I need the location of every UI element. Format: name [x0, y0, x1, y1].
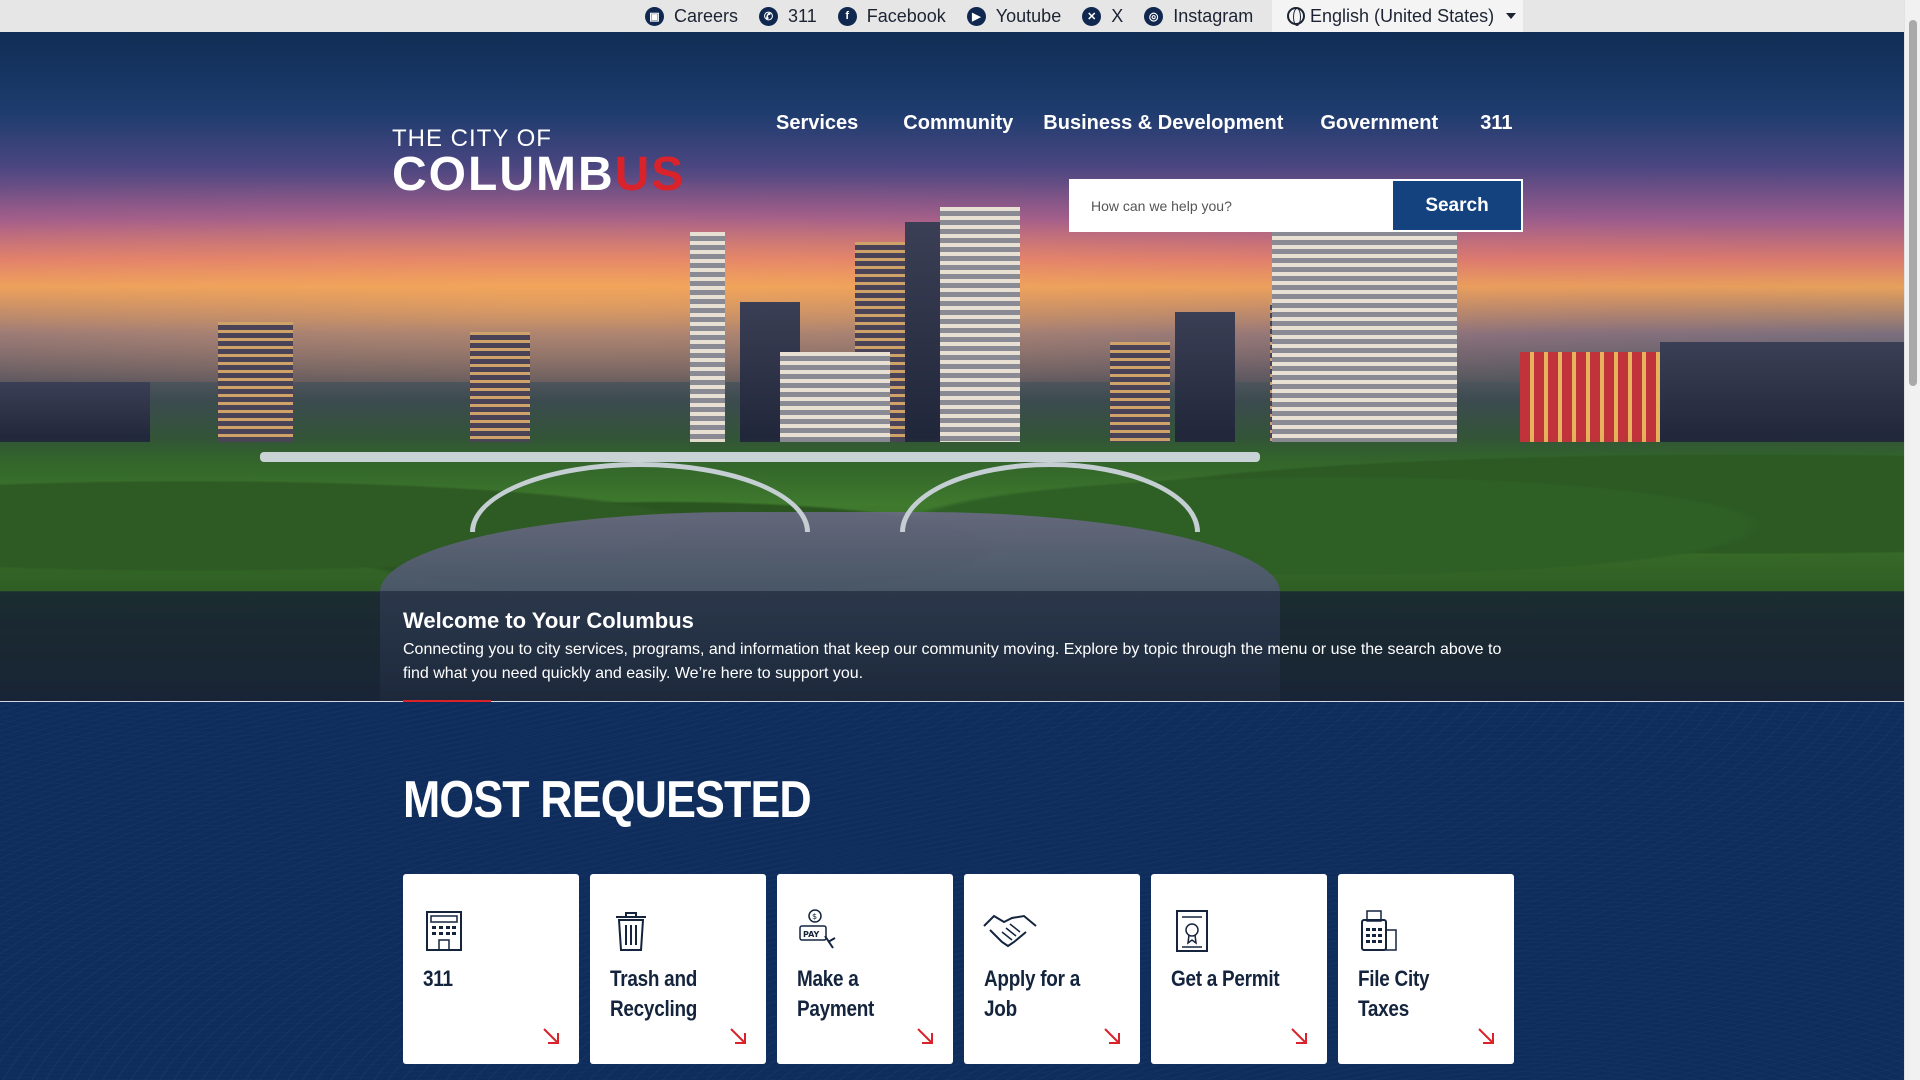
arrow-down-right-icon — [1478, 1028, 1494, 1044]
instagram-icon: ◎ — [1144, 6, 1164, 26]
card-label: File City Taxes — [1358, 966, 1430, 1021]
utility-link-label: Careers — [674, 5, 739, 26]
utility-link-311[interactable]: ✆ 311 — [759, 6, 817, 27]
most-requested-section: MOST REQUESTED 311 Trash and Recycling $… — [0, 702, 1904, 1080]
utility-link-x[interactable]: ✕ X — [1082, 6, 1123, 27]
utility-link-label: Instagram — [1173, 5, 1254, 26]
trash-icon — [616, 912, 646, 951]
nav-government[interactable]: Government — [1320, 112, 1438, 135]
card-label: Make a Payment — [797, 966, 875, 1021]
svg-text:$: $ — [812, 912, 817, 921]
logo-main-text: COLUMBUS — [392, 151, 685, 199]
utility-link-careers[interactable]: ▣ Careers — [645, 6, 738, 27]
youtube-icon: ▶ — [966, 6, 986, 26]
utility-link-label: Youtube — [995, 5, 1062, 26]
utility-link-label: X — [1111, 5, 1124, 26]
welcome-text: Connecting you to city services, program… — [403, 641, 1502, 682]
pay-icon: $ PAY — [799, 909, 836, 949]
utility-link-label: 311 — [788, 5, 817, 26]
bridge-deck — [260, 452, 1260, 462]
permit-icon — [1176, 910, 1208, 952]
card-311[interactable]: 311 — [403, 874, 579, 1064]
section-title: MOST REQUESTED — [403, 771, 812, 829]
language-selector[interactable]: English (United States) — [1272, 0, 1523, 32]
city-logo[interactable]: THE CITY OF COLUMBUS — [392, 125, 685, 199]
scrollbar-thumb[interactable] — [1909, 20, 1917, 386]
card-apply-job[interactable]: Apply for a Job — [964, 874, 1140, 1064]
arrow-down-right-icon — [730, 1028, 746, 1044]
search-button[interactable]: Search — [1393, 181, 1521, 230]
caret-down-icon — [1506, 13, 1517, 19]
card-label: Get a Permit — [1171, 966, 1280, 991]
card-label: Trash and Recycling — [610, 966, 698, 1021]
utility-link-youtube[interactable]: ▶ Youtube — [966, 5, 1062, 27]
calculator-icon — [1361, 910, 1397, 951]
utility-bar: ▣ Careers ✆ 311 f Facebook ▶ Youtube ✕ X… — [0, 0, 1904, 32]
page-scrollbar[interactable] — [1904, 0, 1920, 1080]
language-label: English (United States) — [1310, 5, 1495, 26]
logo-main-a: COLUMB — [392, 148, 615, 201]
utility-links: ▣ Careers ✆ 311 f Facebook ▶ Youtube ✕ X… — [645, 0, 1274, 32]
nav-services[interactable]: Services — [776, 112, 858, 135]
card-row: 311 Trash and Recycling $ PAY Make a Pay… — [403, 874, 1514, 1064]
card-trash-recycling[interactable]: Trash and Recycling — [590, 874, 766, 1064]
logo-main-b: US — [614, 148, 686, 201]
search-form: Search — [1069, 179, 1523, 232]
main-nav: Services Community Business & Developmen… — [776, 112, 1512, 135]
x-icon: ✕ — [1082, 6, 1102, 26]
utility-link-instagram[interactable]: ◎ Instagram — [1144, 6, 1253, 27]
briefcase-icon: ▣ — [645, 6, 664, 26]
svg-text:PAY: PAY — [803, 930, 820, 939]
card-label: Apply for a Job — [984, 966, 1080, 1021]
nav-311[interactable]: 311 — [1480, 112, 1512, 135]
arrow-down-right-icon — [1104, 1028, 1120, 1044]
welcome-title: Welcome to Your Columbus — [403, 608, 694, 633]
search-input[interactable] — [1071, 181, 1393, 230]
card-make-payment[interactable]: $ PAY Make a Payment — [777, 874, 953, 1064]
nav-business-development[interactable]: Business & Development — [1043, 112, 1283, 135]
welcome-panel: Welcome to Your Columbus Connecting you … — [0, 591, 1904, 703]
handshake-icon — [983, 914, 1037, 948]
nav-community[interactable]: Community — [903, 112, 1013, 135]
arrow-down-right-icon — [917, 1028, 933, 1044]
globe-icon — [1287, 7, 1305, 26]
utility-link-facebook[interactable]: f Facebook — [837, 5, 946, 27]
phone-icon: ✆ — [759, 6, 779, 26]
card-get-permit[interactable]: Get a Permit — [1151, 874, 1327, 1064]
arrow-down-right-icon — [1291, 1028, 1307, 1044]
card-file-taxes[interactable]: File City Taxes — [1338, 874, 1514, 1064]
card-label: 311 — [423, 966, 453, 991]
arrow-down-right-icon — [543, 1028, 559, 1044]
building-icon — [426, 911, 462, 951]
utility-link-label: Facebook — [866, 5, 946, 26]
facebook-icon: f — [837, 6, 857, 26]
